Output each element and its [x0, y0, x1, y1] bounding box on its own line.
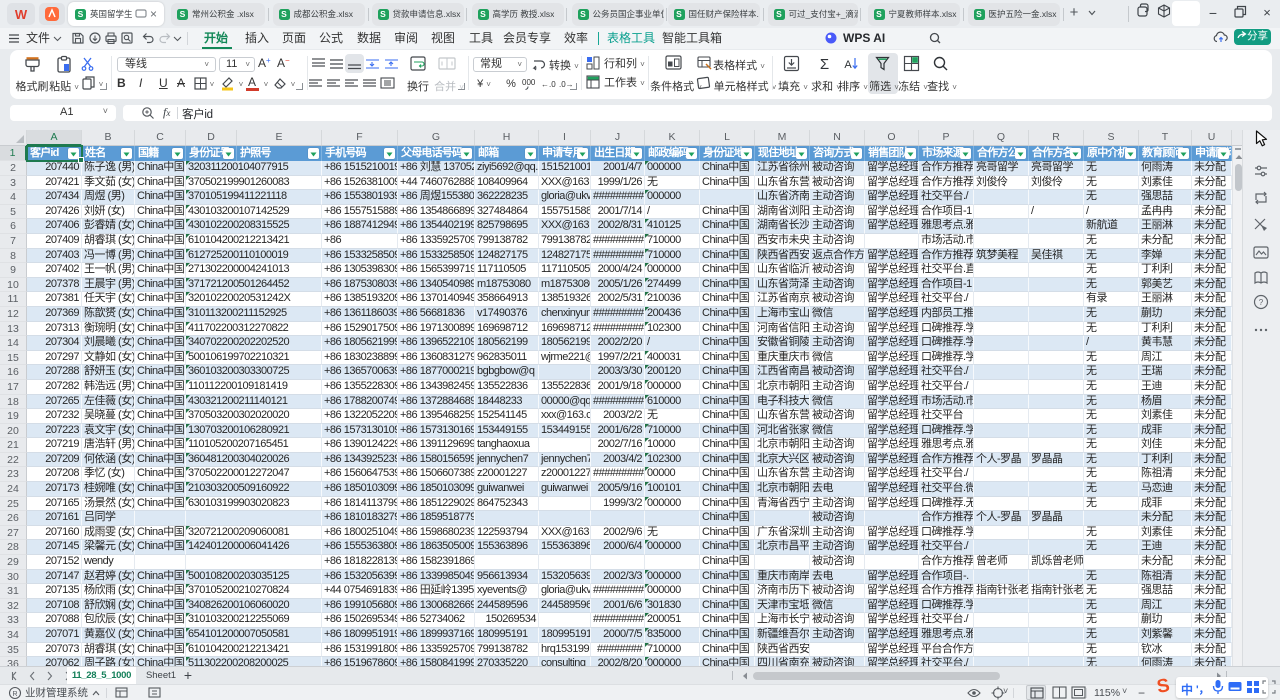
svg-text:?: ? — [1259, 298, 1264, 307]
svg-text:W: W — [15, 7, 28, 22]
svg-text:R: R — [12, 691, 17, 698]
svg-text:Σ: Σ — [819, 56, 828, 72]
svg-text:000: 000 — [522, 78, 536, 87]
svg-text:A: A — [844, 59, 852, 71]
svg-text:←.0: ←.0 — [541, 80, 556, 89]
